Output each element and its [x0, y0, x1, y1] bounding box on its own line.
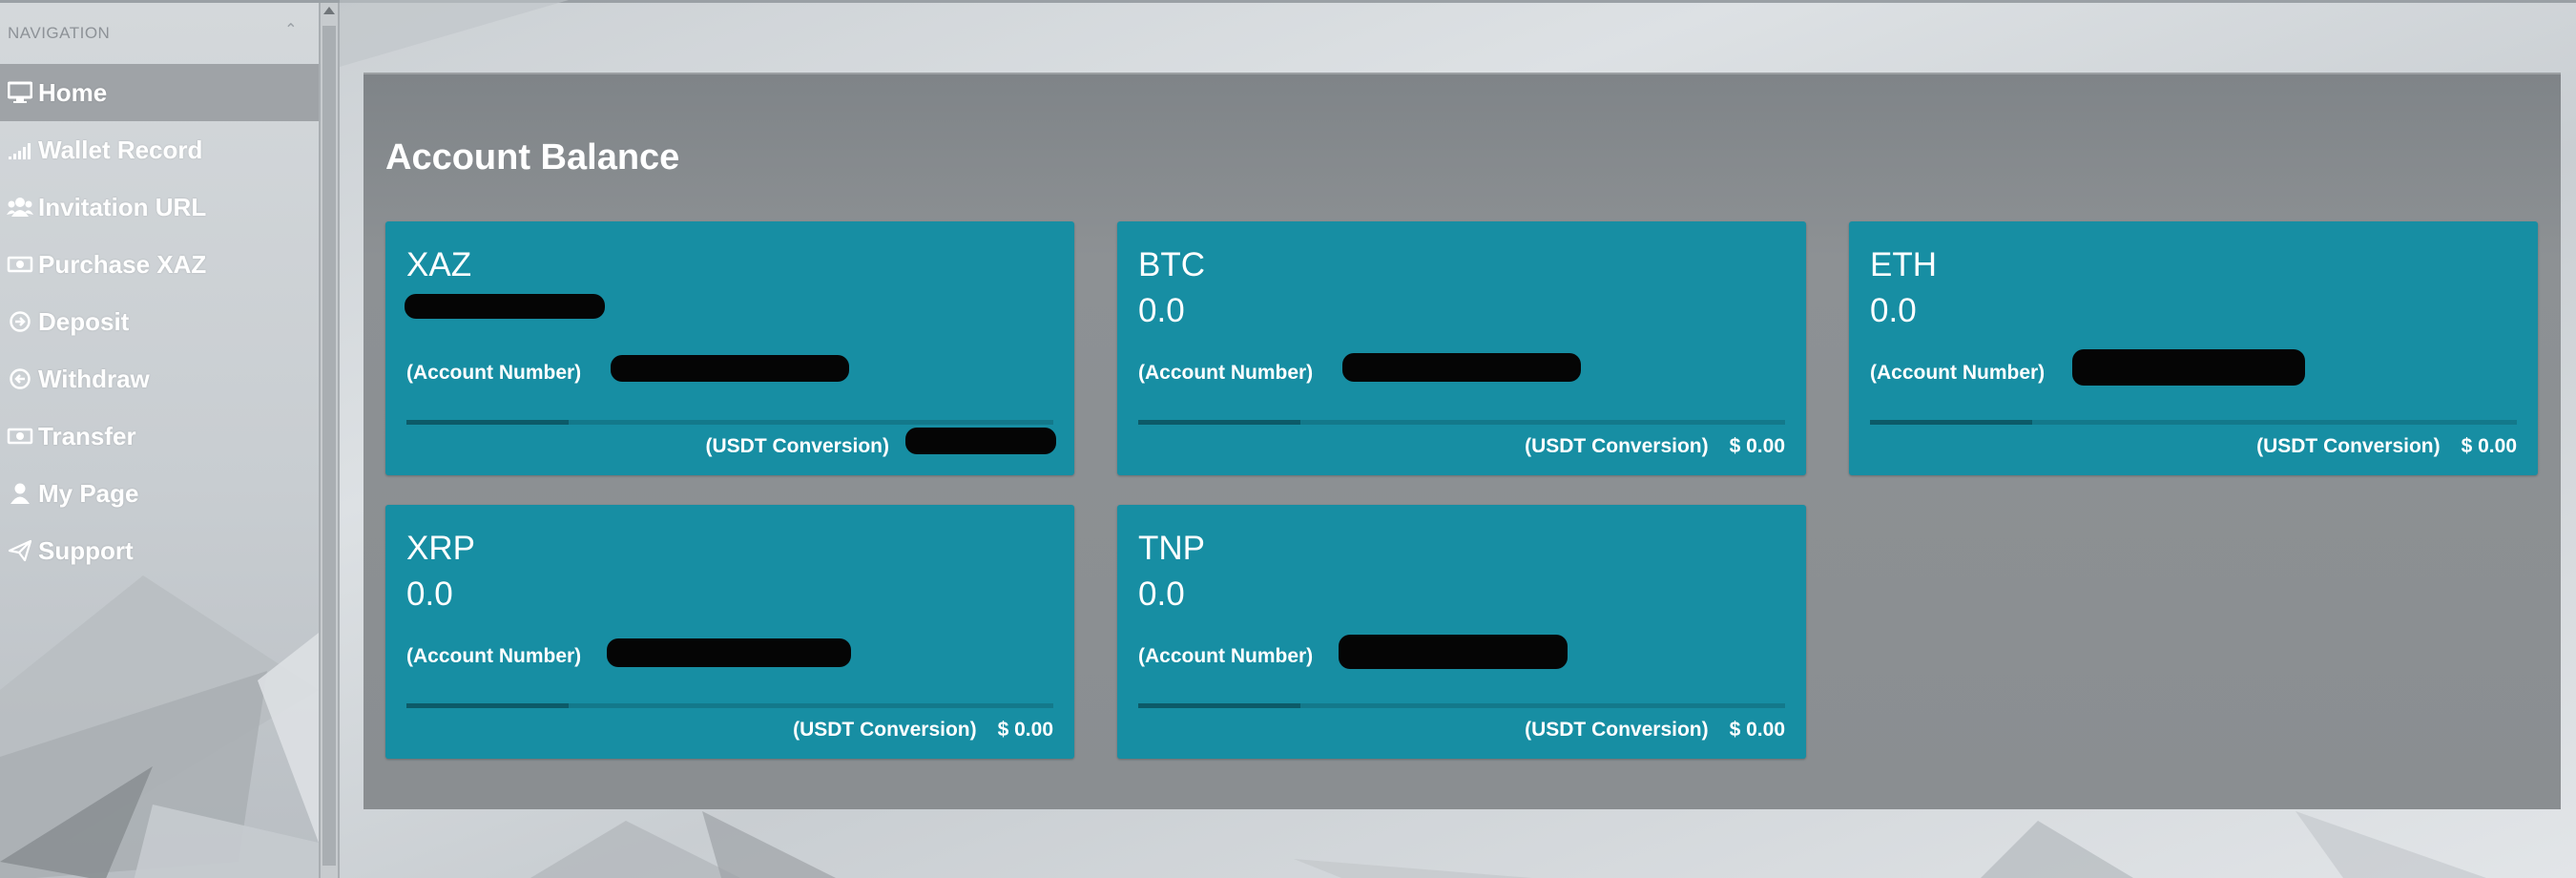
- signal-bars-icon: [6, 136, 34, 164]
- sidebar: NAVIGATION ⌃ Home Wallet Record Invitati…: [0, 3, 319, 878]
- paper-plane-icon: [6, 536, 34, 565]
- coin-amount: 0.0: [1870, 292, 1917, 329]
- top-border: [0, 0, 2576, 3]
- money-icon: [6, 250, 34, 279]
- sidebar-item-wallet-record[interactable]: Wallet Record: [0, 121, 319, 178]
- money-icon: [6, 422, 34, 450]
- account-balance-panel: Account Balance XAZ (Account Number) (US…: [364, 73, 2561, 809]
- redacted-account-number: [2072, 349, 2305, 386]
- sidebar-item-my-page[interactable]: My Page: [0, 465, 319, 522]
- progress-fill: [1138, 703, 1300, 708]
- coin-amount: 0.0: [1138, 575, 1185, 613]
- balance-card-eth: ETH 0.0 (Account Number) (USDT Conversio…: [1849, 221, 2538, 475]
- circle-arrow-left-icon: [6, 365, 34, 393]
- usdt-conversion-label: (USDT Conversion): [705, 435, 889, 457]
- scrollbar-thumb[interactable]: [322, 26, 336, 866]
- coin-name: XAZ: [406, 246, 472, 283]
- balance-card-xaz: XAZ (Account Number) (USDT Conversion): [385, 221, 1074, 475]
- sidebar-decoration: [0, 575, 319, 878]
- sidebar-item-label: Deposit: [38, 306, 130, 336]
- coin-name: XRP: [406, 530, 475, 567]
- progress-fill: [1870, 420, 2032, 425]
- progress-bar: [1870, 420, 2517, 425]
- usdt-conversion-label: (USDT Conversion): [2256, 435, 2441, 457]
- usdt-conversion: (USDT Conversion) $ 0.00: [1525, 435, 1785, 458]
- usdt-conversion: (USDT Conversion) $ 0.00: [1525, 719, 1785, 742]
- usdt-conversion-label: (USDT Conversion): [1525, 435, 1709, 457]
- coin-name: ETH: [1870, 246, 1937, 283]
- redacted-account-number: [1339, 635, 1568, 669]
- progress-bar: [1138, 703, 1785, 708]
- page-title: Account Balance: [385, 137, 680, 178]
- usdt-conversion-value: $ 0.00: [1729, 719, 1785, 741]
- coin-name: TNP: [1138, 530, 1205, 567]
- usdt-conversion: (USDT Conversion) $ 0.00: [793, 719, 1053, 742]
- sidebar-item-label: Transfer: [38, 421, 136, 450]
- sidebar-item-label: Withdraw: [38, 364, 150, 393]
- usdt-conversion-value: $ 0.00: [2461, 435, 2517, 457]
- usdt-conversion-label: (USDT Conversion): [1525, 719, 1709, 741]
- progress-fill: [406, 420, 569, 425]
- sidebar-item-home[interactable]: Home: [0, 64, 319, 121]
- sidebar-item-label: Invitation URL: [38, 192, 207, 221]
- usdt-conversion-value: $ 0.00: [1729, 435, 1785, 457]
- sidebar-scrollbar[interactable]: [319, 3, 340, 878]
- circle-arrow-right-icon: [6, 307, 34, 336]
- account-number-label: (Account Number): [406, 362, 582, 384]
- usdt-conversion: (USDT Conversion) $ 0.00: [2256, 435, 2517, 458]
- sidebar-item-withdraw[interactable]: Withdraw: [0, 350, 319, 408]
- coin-amount: 0.0: [1138, 292, 1185, 329]
- usdt-conversion-value: $ 0.00: [997, 719, 1053, 741]
- account-number-label: (Account Number): [1138, 645, 1314, 667]
- progress-fill: [406, 703, 569, 708]
- sidebar-item-label: Wallet Record: [38, 135, 203, 164]
- account-number-label: (Account Number): [1870, 362, 2046, 384]
- progress-bar: [406, 703, 1053, 708]
- progress-bar: [1138, 420, 1785, 425]
- redacted-account-number: [611, 355, 849, 382]
- balance-card-tnp: TNP 0.0 (Account Number) (USDT Conversio…: [1117, 505, 1806, 759]
- sidebar-item-label: Home: [38, 77, 108, 107]
- sidebar-header-label: NAVIGATION: [8, 24, 111, 42]
- redacted-conversion-value: [905, 428, 1056, 454]
- usdt-conversion-label: (USDT Conversion): [793, 719, 977, 741]
- progress-fill: [1138, 420, 1300, 425]
- sidebar-item-label: Support: [38, 535, 134, 565]
- coin-amount: 0.0: [406, 575, 453, 613]
- sidebar-item-purchase-xaz[interactable]: Purchase XAZ: [0, 236, 319, 293]
- sidebar-item-label: My Page: [38, 478, 139, 508]
- sidebar-item-invitation-url[interactable]: Invitation URL: [0, 178, 319, 236]
- account-number-label: (Account Number): [406, 645, 582, 667]
- users-icon: [6, 193, 34, 221]
- redacted-amount: [405, 294, 605, 319]
- monitor-icon: [6, 78, 34, 107]
- sidebar-item-label: Purchase XAZ: [38, 249, 207, 279]
- progress-bar: [406, 420, 1053, 425]
- sidebar-item-transfer[interactable]: Transfer: [0, 408, 319, 465]
- account-number-label: (Account Number): [1138, 362, 1314, 384]
- balance-card-btc: BTC 0.0 (Account Number) (USDT Conversio…: [1117, 221, 1806, 475]
- coin-name: BTC: [1138, 246, 1205, 283]
- sidebar-header[interactable]: NAVIGATION ⌃: [0, 3, 319, 64]
- scroll-up-arrow-icon[interactable]: [323, 7, 335, 14]
- sidebar-item-support[interactable]: Support: [0, 522, 319, 579]
- redacted-account-number: [1342, 353, 1581, 382]
- chevron-up-icon[interactable]: ⌃: [284, 20, 298, 39]
- redacted-account-number: [607, 638, 851, 667]
- user-icon: [6, 479, 34, 508]
- sidebar-item-deposit[interactable]: Deposit: [0, 293, 319, 350]
- balance-card-xrp: XRP 0.0 (Account Number) (USDT Conversio…: [385, 505, 1074, 759]
